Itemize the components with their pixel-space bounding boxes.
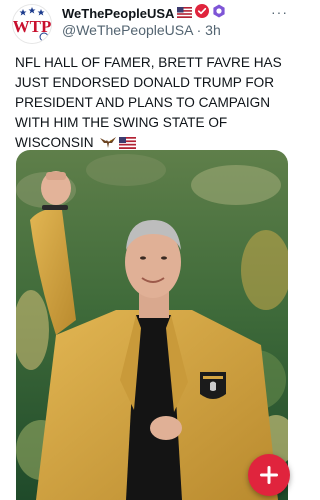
- affiliate-hexagon-icon: [212, 4, 226, 23]
- post-text-body: NFL HALL OF FAMER, BRETT FAVRE HAS JUST …: [15, 55, 282, 150]
- wtp-logo-icon: WTP: [13, 5, 51, 43]
- compose-button[interactable]: [248, 454, 290, 496]
- post-photo[interactable]: [16, 150, 288, 500]
- more-options-icon[interactable]: ···: [271, 4, 288, 20]
- handle-row: @WeThePeopleUSA · 3h: [62, 22, 221, 38]
- photo-illustration: [16, 150, 288, 500]
- post-header: WTP WeThePeopleUSA @WeThePeopleUSA · 3h …: [0, 0, 302, 44]
- post-text: NFL HALL OF FAMER, BRETT FAVRE HAS JUST …: [15, 53, 291, 155]
- display-name[interactable]: WeThePeopleUSA: [62, 6, 174, 21]
- separator: ·: [196, 22, 202, 38]
- us-flag-emoji: [177, 5, 193, 23]
- timestamp[interactable]: 3h: [205, 22, 221, 38]
- name-row: WeThePeopleUSA: [62, 4, 226, 23]
- plus-icon: [260, 466, 278, 484]
- handle[interactable]: @WeThePeopleUSA: [62, 22, 193, 38]
- hall-of-fame-patch-icon: [200, 372, 226, 399]
- verified-badge-icon: [195, 4, 210, 23]
- avatar[interactable]: WTP: [12, 4, 52, 44]
